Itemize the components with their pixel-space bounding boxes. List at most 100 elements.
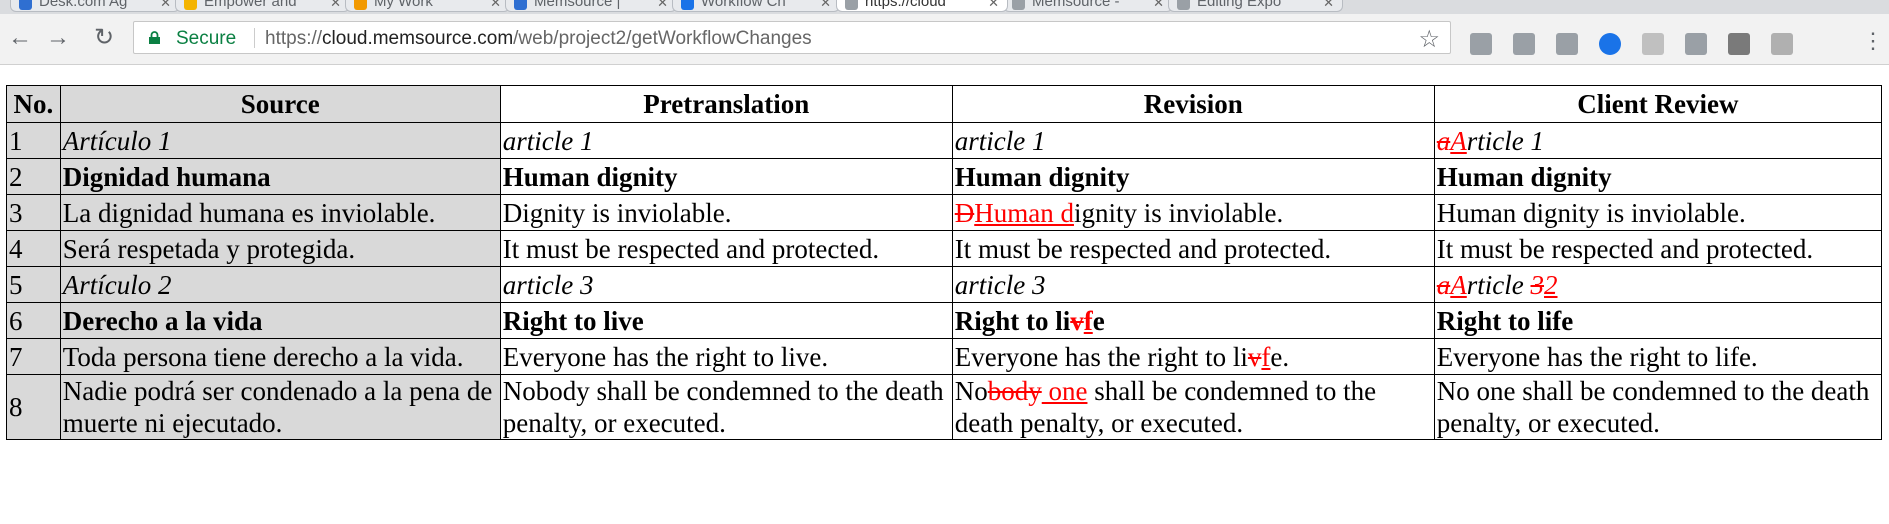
row-number-cell: 1 (6, 122, 61, 159)
header-revision: Revision (951, 85, 1435, 123)
revision-cell: Everyone has the right to livfe. (951, 338, 1435, 375)
tab-label: https://cloud (865, 0, 946, 10)
browser-tab[interactable]: Memsource - ✕ (1003, 0, 1173, 12)
table-row: 3 La dignidad humana es inviolable. Dignit… (6, 194, 1883, 231)
browser-tab[interactable]: Empower and ✕ (175, 0, 350, 12)
omnibox-divider (254, 28, 255, 48)
browser-tab[interactable]: Desk.com Ag ✕ (10, 0, 180, 12)
client-review-cell: aArticle 1 (1433, 122, 1883, 159)
mail-icon[interactable] (1470, 33, 1492, 55)
header-pretranslation: Pretranslation (499, 85, 953, 123)
tab-label: Empower and (204, 0, 297, 10)
inserted-text: A (1450, 125, 1467, 156)
tab-close-icon[interactable]: ✕ (988, 0, 999, 11)
tab-favicon-icon (681, 0, 694, 10)
source-cell: Artículo 2 (59, 266, 501, 303)
browser-tab[interactable]: Editing Expo ✕ (1168, 0, 1343, 12)
text-segment: article 1 (502, 125, 594, 156)
browser-toolbar: ← → ↻ Secure https://cloud.memsource.com… (0, 14, 1889, 65)
tab-favicon-icon (1012, 0, 1025, 10)
table-row: 2 Dignidad humana Human dignity Human digni… (6, 158, 1883, 195)
deleted-text: v (1247, 341, 1262, 372)
text-segment: No one shall be condemned to the death p… (1436, 376, 1870, 438)
row-number-cell: 8 (6, 374, 61, 440)
header-client-review: Client Review (1433, 85, 1883, 123)
chat-icon[interactable] (1599, 33, 1621, 55)
client-review-cell: Right to life (1433, 302, 1883, 339)
browser-tab[interactable]: Memsource | ✕ (505, 0, 677, 12)
tab-close-icon[interactable]: ✕ (820, 0, 831, 11)
table-row: 6 Derecho a la vida Right to live Right to … (6, 302, 1883, 339)
tab-close-icon[interactable]: ✕ (1153, 0, 1164, 11)
pretranslation-cell: article 3 (499, 266, 953, 303)
source-cell: La dignidad humana es inviolable. (59, 194, 501, 231)
reload-icon[interactable]: ↻ (90, 24, 118, 52)
client-review-cell: It must be respected and protected. (1433, 230, 1883, 267)
bookmark-star-icon[interactable]: ☆ (1418, 25, 1440, 54)
url-text: https://cloud.memsource.com/web/project2… (265, 28, 812, 50)
forward-arrow-icon[interactable]: → (44, 24, 72, 52)
drive-icon[interactable] (1513, 33, 1535, 55)
grammarly-icon[interactable] (1556, 33, 1578, 55)
table-row: 4 Será respetada y protegida. It must be r… (6, 230, 1883, 267)
client-review-cell: No one shall be condemned to the death p… (1433, 374, 1883, 440)
revision-cell: article 1 (951, 122, 1435, 159)
text-segment: Everyone has the right to life. (1436, 341, 1758, 372)
client-review-cell: Human dignity (1433, 158, 1883, 195)
wsw-icon[interactable] (1771, 33, 1793, 55)
tab-label: My Work (374, 0, 433, 10)
deleted-text: 3 (1530, 269, 1545, 300)
row-number-cell: 2 (6, 158, 61, 195)
text-segment: rticle 1 (1466, 125, 1545, 156)
text-segment: Human dignity (954, 161, 1130, 192)
client-review-cell: Everyone has the right to life. (1433, 338, 1883, 375)
camera-icon[interactable] (1642, 33, 1664, 55)
tab-close-icon[interactable]: ✕ (330, 0, 341, 11)
back-arrow-icon[interactable]: ← (6, 24, 34, 52)
tab-favicon-icon (514, 0, 527, 10)
lock-icon (149, 31, 160, 44)
secure-label: Secure (176, 28, 237, 49)
source-cell: Nadie podrá ser condenado a la pena de m… (59, 374, 501, 440)
revision-cell: Nobody one shall be condemned to the dea… (951, 374, 1435, 440)
text-segment: It must be respected and protected. (502, 233, 880, 264)
tab-label: Memsource - (1032, 0, 1120, 10)
tab-close-icon[interactable]: ✕ (657, 0, 668, 11)
revision-cell: Right to livfe (951, 302, 1435, 339)
browser-tab[interactable]: https://cloud ✕ (836, 0, 1008, 12)
text-segment: Right to live (502, 305, 644, 336)
header-row: No. Source Pretranslation Revision Clien… (6, 85, 1883, 123)
source-cell: Artículo 1 (59, 122, 501, 159)
deleted-text: a (1436, 125, 1451, 156)
inserted-text: f (1083, 305, 1093, 336)
revision-cell: It must be respected and protected. (951, 230, 1435, 267)
tab-label: Workflow Ch (701, 0, 786, 10)
menu-icon[interactable]: ⋮ (1862, 28, 1884, 54)
deleted-text: v (1070, 305, 1084, 336)
browser-tab[interactable]: My Work ✕ (345, 0, 510, 12)
tab-close-icon[interactable]: ✕ (1323, 0, 1334, 11)
browser-tab[interactable]: Workflow Ch ✕ (672, 0, 840, 12)
b-icon[interactable] (1685, 33, 1707, 55)
tab-favicon-icon (845, 0, 858, 10)
header-source: Source (59, 85, 501, 123)
tab-favicon-icon (19, 0, 32, 10)
tab-close-icon[interactable]: ✕ (490, 0, 501, 11)
text-segment: Human dignity (502, 161, 678, 192)
tab-close-icon[interactable]: ✕ (160, 0, 171, 11)
address-bar[interactable]: Secure https://cloud.memsource.com/web/p… (133, 21, 1451, 54)
tab-favicon-icon (354, 0, 367, 10)
text-segment: Right to li (954, 305, 1071, 336)
text-segment: ignity is inviolable. (1073, 197, 1284, 228)
header-no: No. (6, 85, 61, 123)
text-segment: Everyone has the right to li (954, 341, 1248, 372)
text-segment: Human dignity is inviolable. (1436, 197, 1746, 228)
tab-label: Memsource | (534, 0, 621, 10)
source-cell: Derecho a la vida (59, 302, 501, 339)
text-segment: article 1 (954, 125, 1046, 156)
square-icon[interactable] (1728, 33, 1750, 55)
source-cell: Toda persona tiene derecho a la vida. (59, 338, 501, 375)
inserted-text: one (1041, 376, 1088, 406)
text-segment: Human dignity (1436, 161, 1612, 192)
deleted-text: body (987, 376, 1042, 406)
